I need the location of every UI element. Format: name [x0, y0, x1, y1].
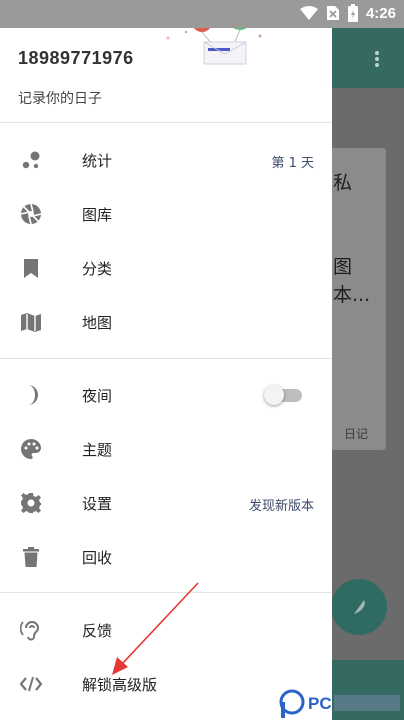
status-bar: 4:26 — [0, 0, 404, 28]
menu-item-gallery[interactable]: 图库 — [0, 190, 332, 238]
menu-item-label: 图库 — [82, 206, 113, 224]
trash-icon — [23, 547, 39, 567]
map-icon — [21, 313, 41, 332]
menu-item-label: 夜间 — [82, 387, 113, 405]
menu-item-trash[interactable]: 回收 — [0, 533, 332, 581]
watermark-text: PC — [308, 694, 332, 713]
background-card-text: 私 — [333, 172, 353, 194]
menu-item-label: 地图 — [82, 314, 113, 332]
night-mode-toggle[interactable] — [264, 385, 304, 405]
menu-item-feedback[interactable]: 反馈 — [0, 606, 332, 654]
feather-icon — [354, 600, 365, 614]
bookmark-icon — [24, 259, 38, 278]
more-vert-icon[interactable] — [374, 50, 380, 72]
menu-item-settings[interactable]: 设置 发现新版本 — [0, 479, 332, 527]
menu-item-statistics[interactable]: 统计 第 1 天 — [0, 136, 332, 184]
divider — [0, 122, 332, 123]
watermark-logo: PC — [278, 682, 404, 720]
menu-item-label: 设置 — [82, 495, 113, 513]
background-card-text: 本... — [333, 284, 371, 306]
background-card-text: 图 — [333, 256, 353, 278]
menu-item-night-mode[interactable]: 夜间 — [0, 371, 332, 419]
status-time: 4:26 — [365, 4, 396, 22]
menu-item-map[interactable]: 地图 — [0, 298, 332, 346]
moon-icon — [28, 385, 38, 405]
palette-icon — [21, 439, 41, 459]
menu-item-label: 分类 — [82, 260, 113, 278]
menu-item-category[interactable]: 分类 — [0, 244, 332, 292]
header-illustration — [160, 6, 270, 72]
gear-icon — [21, 493, 41, 513]
menu-item-label: 反馈 — [82, 622, 113, 640]
background-card-meta: 日记 — [344, 427, 369, 441]
divider — [0, 358, 332, 359]
camera-aperture-icon — [20, 203, 42, 225]
settings-update-notice: 发现新版本 — [248, 499, 314, 514]
account-phone: 18989771976 — [18, 48, 134, 68]
navigation-drawer: 18989771976 记录你的日子 统计 第 1 天 图库 分类 地图 夜间 … — [0, 6, 332, 720]
hearing-icon — [20, 621, 40, 641]
wifi-icon — [299, 6, 318, 20]
account-subtitle: 记录你的日子 — [18, 91, 102, 107]
divider — [0, 592, 332, 593]
no-sim-icon — [326, 6, 339, 20]
new-entry-fab[interactable] — [331, 579, 387, 635]
menu-item-label: 统计 — [82, 152, 113, 170]
menu-item-label: 解锁高级版 — [82, 676, 158, 694]
statistics-day-count: 第 1 天 — [271, 156, 314, 171]
menu-item-label: 主题 — [82, 441, 113, 459]
battery-icon — [347, 4, 358, 22]
menu-item-label: 回收 — [82, 549, 113, 567]
statistics-icon — [22, 151, 40, 169]
menu-item-theme[interactable]: 主题 — [0, 425, 332, 473]
code-icon — [20, 676, 42, 692]
